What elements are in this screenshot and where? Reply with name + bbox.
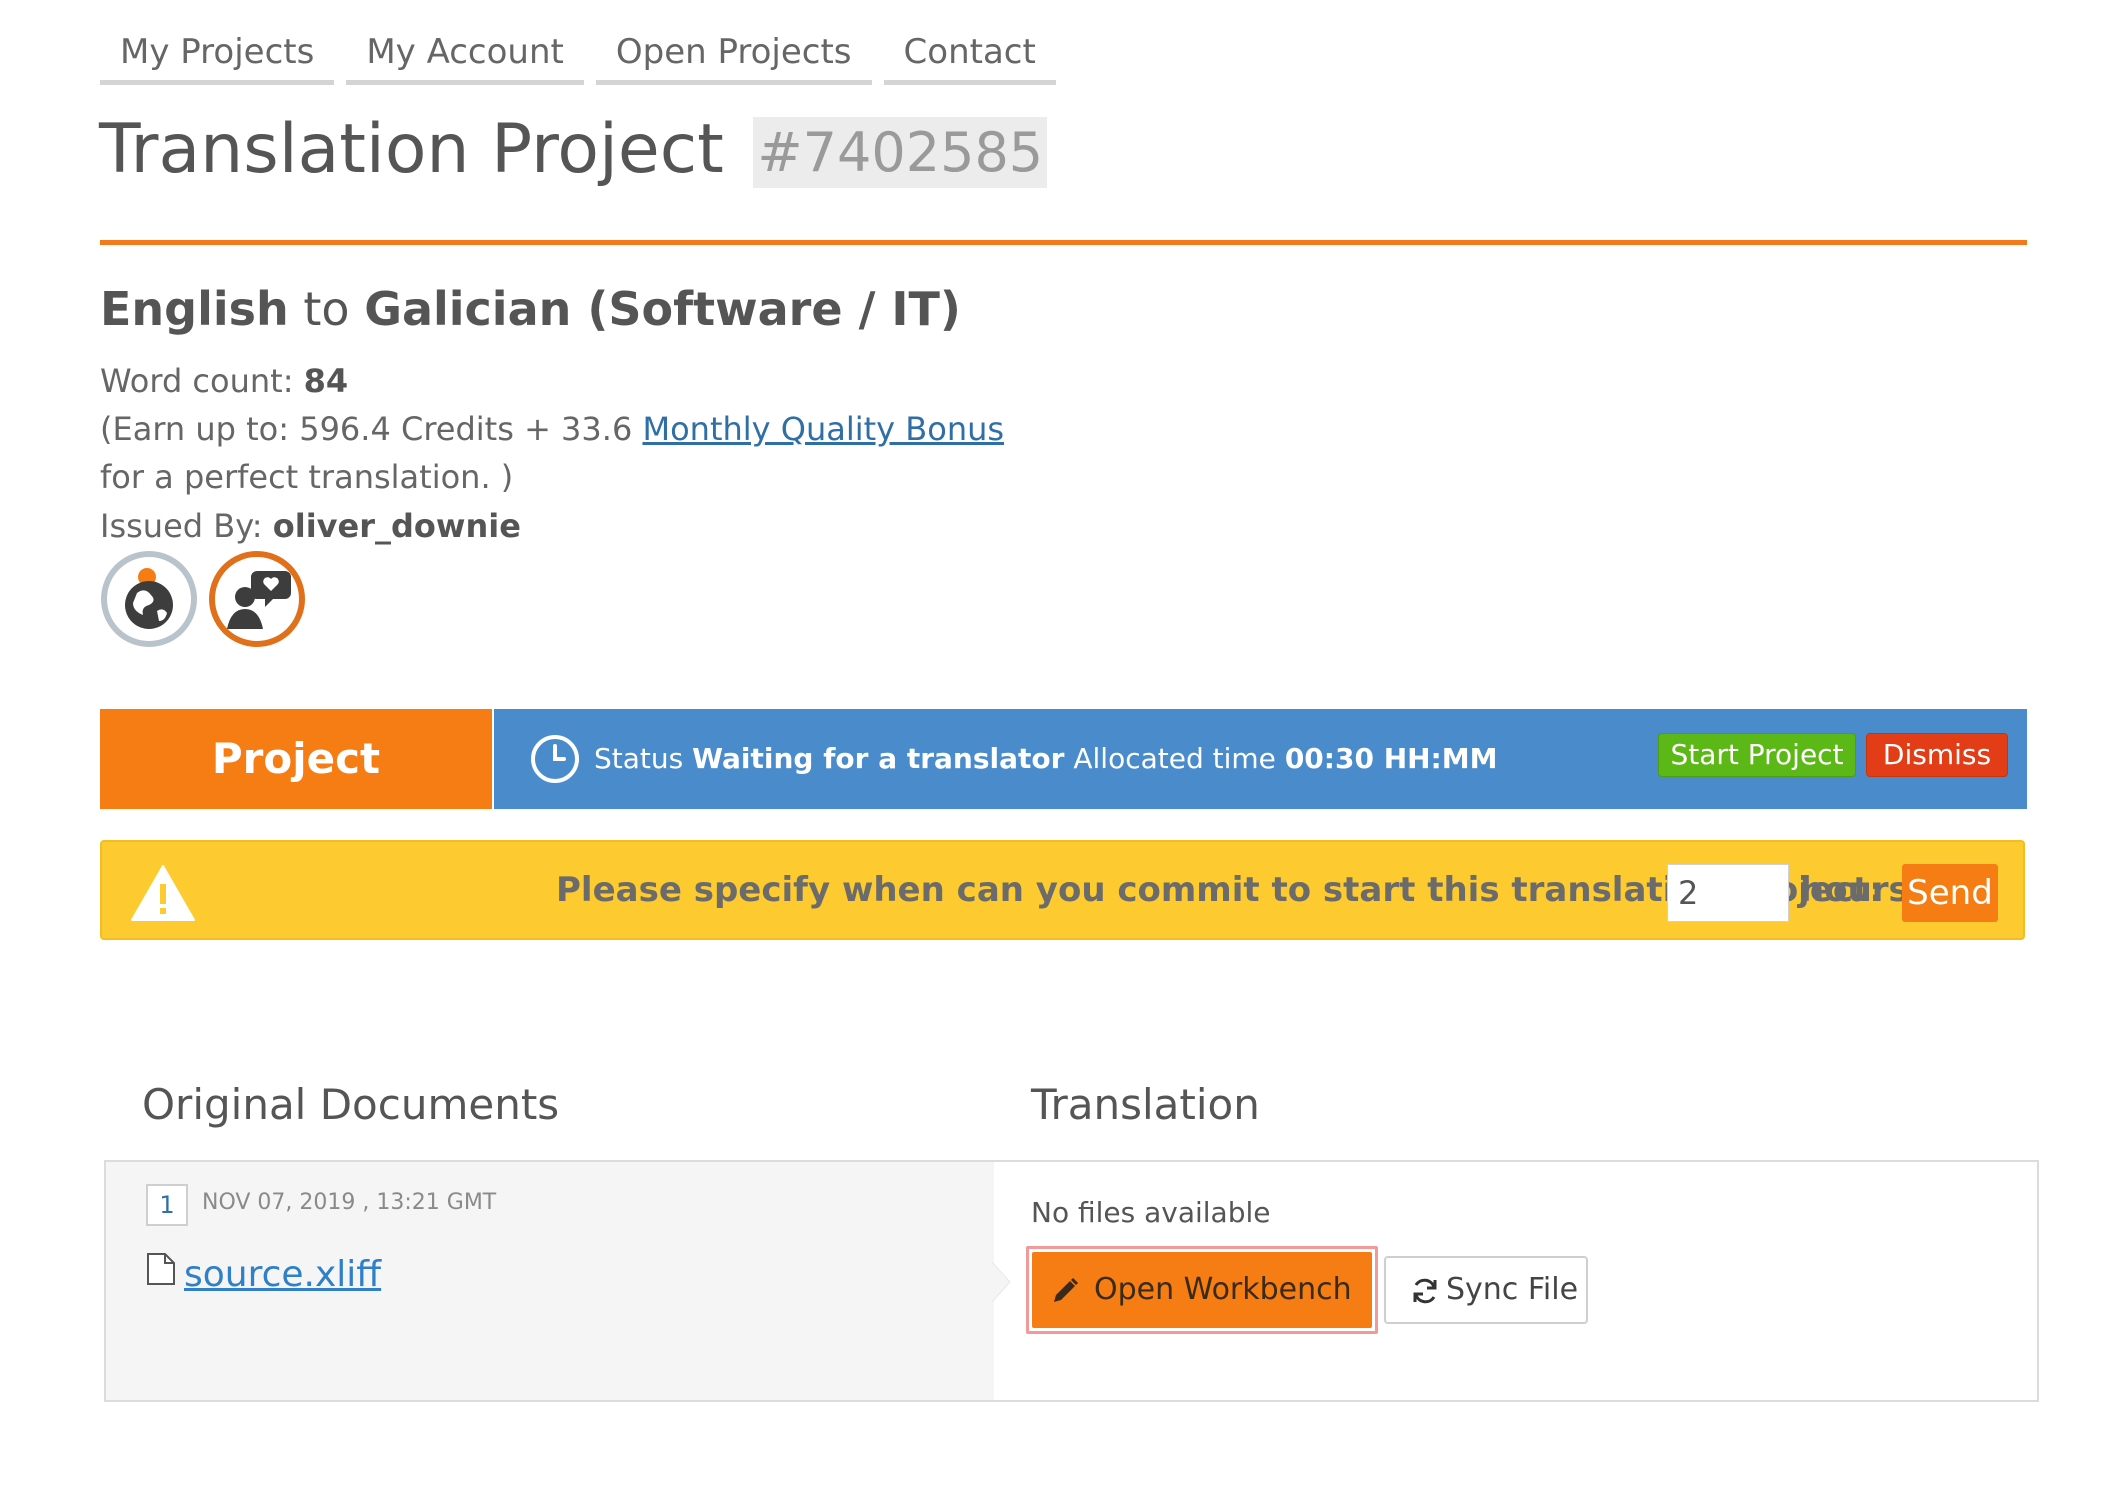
document-index: 1: [146, 1184, 188, 1226]
allocated-value: 00:30 HH:MM: [1284, 742, 1498, 775]
no-files-text: No files available: [1031, 1196, 1271, 1229]
allocated-label: Allocated time: [1073, 742, 1276, 775]
pencil-icon: [1054, 1278, 1078, 1302]
source-language: English: [100, 282, 289, 336]
sync-file-button[interactable]: Sync File: [1384, 1256, 1588, 1324]
open-workbench-label: Open Workbench: [1094, 1272, 1352, 1307]
project-available-label: Project Available: [100, 709, 492, 883]
earn-suffix: for a perfect translation. ): [100, 458, 514, 496]
open-workbench-button[interactable]: Open Workbench: [1032, 1252, 1372, 1328]
to-word: to: [303, 282, 350, 336]
page-title: Translation Project #7402585: [99, 110, 1048, 193]
nav-my-projects[interactable]: My Projects: [100, 32, 335, 85]
nav-open-projects[interactable]: Open Projects: [595, 32, 872, 85]
target-language: Galician (Software / IT): [364, 282, 961, 336]
word-count-label: Word count:: [100, 362, 294, 400]
issued-by: Issued By: oliver_downie: [100, 506, 521, 546]
chevron-right-icon: [992, 1262, 1011, 1302]
word-count: Word count: 84: [100, 361, 348, 401]
file-icon: [147, 1253, 175, 1285]
status-text: Status Waiting for a translator Allocate…: [594, 739, 1497, 779]
hours-label: hours: [1800, 870, 1909, 910]
project-id: #7402585: [753, 117, 1048, 189]
earn-prefix: (Earn up to: 596.4 Credits + 33.6: [100, 410, 633, 448]
sync-icon: [1413, 1278, 1437, 1304]
status-label: Status: [594, 742, 684, 775]
earn-line: (Earn up to: 596.4 Credits + 33.6 Monthl…: [100, 409, 1004, 449]
issued-by-user: oliver_downie: [272, 507, 521, 545]
source-file-link[interactable]: source.xliff: [184, 1254, 381, 1295]
status-value: Waiting for a translator: [692, 742, 1065, 775]
top-nav: My Projects My Account Open Projects Con…: [100, 32, 1056, 85]
warning-icon: [131, 865, 195, 921]
hours-input[interactable]: [1667, 864, 1789, 922]
person-chat-badge-icon: [209, 551, 305, 647]
document-date: NOV 07, 2019 , 13:21 GMT: [202, 1190, 497, 1215]
issued-by-label: Issued By:: [100, 507, 263, 545]
clock-icon: [531, 735, 579, 783]
original-documents-header: Original Documents: [142, 1080, 560, 1129]
original-document-cell: 1 NOV 07, 2019 , 13:21 GMT source.xliff: [106, 1162, 994, 1400]
title-divider: [100, 240, 2027, 245]
language-pair: English to Galician (Software / IT): [100, 281, 961, 337]
dismiss-button[interactable]: Dismiss: [1866, 733, 2008, 777]
nav-contact[interactable]: Contact: [883, 32, 1056, 85]
translation-header: Translation: [1031, 1080, 1260, 1129]
nav-my-account[interactable]: My Account: [346, 32, 584, 85]
page-title-text: Translation Project: [99, 110, 724, 189]
monthly-quality-bonus-link[interactable]: Monthly Quality Bonus: [642, 410, 1004, 448]
documents-panel: 1 NOV 07, 2019 , 13:21 GMT source.xliff …: [104, 1160, 2039, 1402]
send-button[interactable]: Send: [1902, 864, 1998, 922]
status-bar: Status Waiting for a translator Allocate…: [494, 709, 2027, 809]
globe-badge-icon: [101, 551, 197, 647]
sync-file-label: Sync File: [1446, 1272, 1579, 1307]
commit-bar: Please specify when can you commit to st…: [100, 840, 2025, 940]
word-count-value: 84: [303, 362, 349, 400]
start-project-button[interactable]: Start Project: [1658, 733, 1856, 777]
